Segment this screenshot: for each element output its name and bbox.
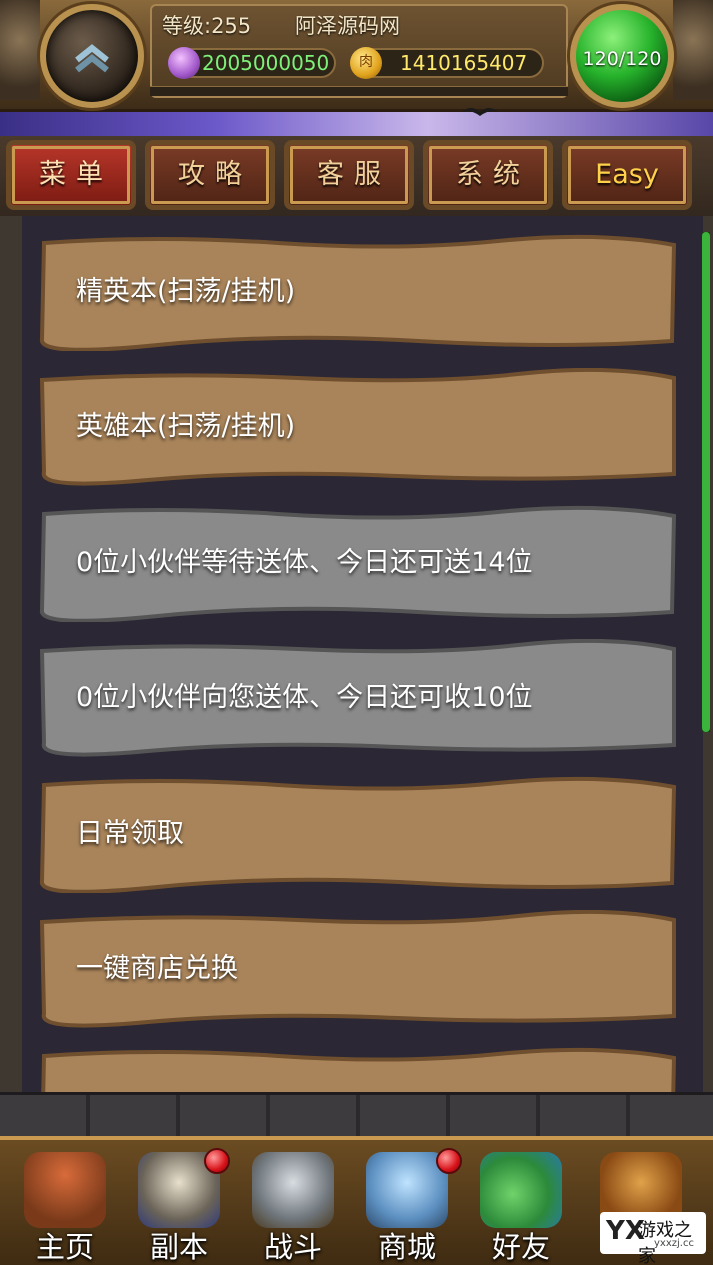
- tab-system[interactable]: 系统: [423, 140, 553, 210]
- nav-battle[interactable]: 战斗: [238, 1148, 348, 1265]
- menu-item-label: 0位小伙伴等待送体、今日还可送14位: [76, 547, 533, 578]
- gold-amount: 1410165407: [400, 51, 528, 75]
- gargoyle-ornament-icon: [0, 0, 40, 100]
- nav-home[interactable]: 主页: [10, 1148, 120, 1265]
- menu-item-label: 一键商店兑换: [76, 953, 238, 984]
- tab-customer-service[interactable]: 客服: [284, 140, 414, 210]
- scrollbar-thumb[interactable]: [702, 232, 710, 732]
- gargoyle-ornament-icon: [673, 0, 713, 100]
- gem-amount: 2005000050: [202, 51, 330, 75]
- menu-item-hero-dungeon[interactable]: 英雄本(扫荡/挂机): [38, 368, 678, 486]
- server-name: 阿泽源码网: [295, 14, 400, 38]
- menu-item-receive-stamina[interactable]: 0位小伙伴向您送体、今日还可收10位: [38, 639, 678, 757]
- tab-menu[interactable]: 菜单: [6, 140, 136, 210]
- nav-label: 商城: [377, 1230, 436, 1264]
- house-icon: [24, 1152, 106, 1228]
- stamina-value: 120/120: [582, 48, 662, 70]
- stamina-orb[interactable]: 120/120: [570, 4, 674, 108]
- menu-item-elite-dungeon[interactable]: 精英本(扫荡/挂机): [38, 233, 678, 351]
- menu-item-shop-exchange[interactable]: 一键商店兑换: [38, 910, 678, 1028]
- notification-badge: [436, 1148, 462, 1174]
- top-hud: 等级:255 阿泽源码网 2005000050 肉 1410165407 120…: [0, 0, 713, 112]
- menu-item-daily-claim[interactable]: 日常领取: [38, 775, 678, 893]
- nav-friends[interactable]: 好友: [466, 1148, 576, 1265]
- upgrade-orb-button[interactable]: [40, 4, 144, 108]
- site-watermark: YX 游戏之家 yxxzj.cc: [600, 1212, 706, 1265]
- nav-label: 好友: [491, 1230, 550, 1264]
- stone-floor: [0, 1092, 713, 1136]
- tab-easy[interactable]: Easy: [562, 140, 692, 210]
- bat-icon: [462, 108, 498, 116]
- tab-guide[interactable]: 攻略: [145, 140, 275, 210]
- nav-dungeon[interactable]: 副本: [124, 1148, 234, 1265]
- scrollbar[interactable]: [702, 232, 710, 732]
- nav-shop[interactable]: 商城: [352, 1148, 462, 1265]
- nav-label: 副本: [149, 1230, 208, 1264]
- notification-badge: [204, 1148, 230, 1174]
- menu-tab-bar: 菜单 攻略 客服 系统 Easy: [0, 136, 713, 216]
- nav-label: 战斗: [263, 1230, 322, 1264]
- menu-item-label: 0位小伙伴向您送体、今日还可收10位: [76, 682, 533, 713]
- gem-currency[interactable]: 2005000050: [168, 47, 336, 79]
- menu-item-send-stamina[interactable]: 0位小伙伴等待送体、今日还可送14位: [38, 504, 678, 622]
- gold-coin-icon: 肉: [350, 47, 382, 79]
- nav-label: 主页: [35, 1230, 94, 1264]
- player-level: 等级:255: [162, 14, 252, 38]
- double-chevron-up-icon: [75, 44, 109, 73]
- menu-item-label: 英雄本(扫荡/挂机): [76, 411, 296, 442]
- gold-currency[interactable]: 肉 1410165407: [350, 47, 544, 79]
- game-screen: 等级:255 阿泽源码网 2005000050 肉 1410165407 120…: [0, 0, 713, 1265]
- friends-icon: [480, 1152, 562, 1228]
- watermark-domain: yxxzj.cc: [654, 1238, 694, 1249]
- gem-icon: [168, 47, 200, 79]
- menu-item-label: 日常领取: [76, 818, 184, 849]
- experience-bar: [150, 86, 568, 96]
- menu-item-label: 精英本(扫荡/挂机): [76, 276, 296, 307]
- swords-icon: [252, 1152, 334, 1228]
